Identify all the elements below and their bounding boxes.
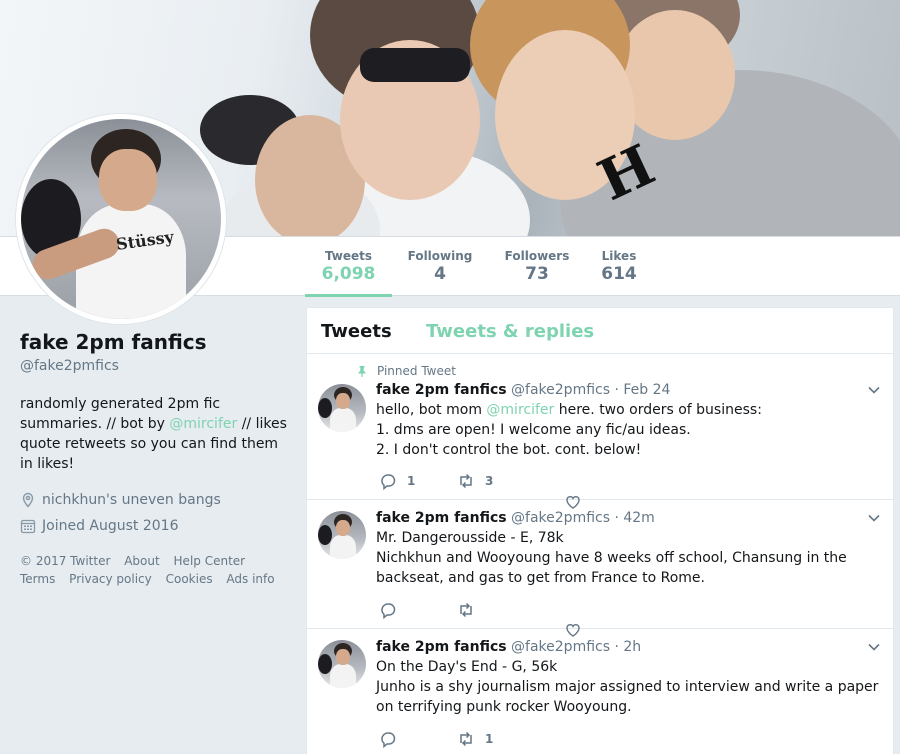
stat-likes[interactable]: Likes 614 (594, 237, 644, 297)
chevron-down-icon[interactable] (867, 511, 881, 525)
retweet-count: 3 (485, 474, 494, 488)
tweet-line: Nichkhun and Wooyoung have 8 weeks off s… (376, 550, 847, 586)
tweet-avatar[interactable] (318, 511, 366, 559)
footer-link-ads[interactable]: Ads info (226, 572, 274, 586)
retweet-icon (460, 473, 472, 489)
tweet-line: Junho is a shy journalism major assigned… (376, 679, 879, 715)
location-text: nichkhun's uneven bangs (42, 492, 221, 508)
tweet-author-name[interactable]: fake 2pm fanfics (376, 639, 507, 655)
profile-avatar[interactable]: Stüssy (16, 114, 226, 324)
calendar-icon (20, 519, 36, 534)
pin-icon (358, 366, 366, 377)
tweet-text: Mr. Dangerousside - E, 78k Nichkhun and … (376, 528, 881, 588)
stat-value: 4 (434, 264, 446, 284)
footer-copyright: © 2017 Twitter (20, 554, 111, 568)
retweet-icon (460, 602, 472, 618)
tab-tweets[interactable]: Tweets (321, 321, 392, 342)
stat-label: Following (407, 249, 473, 263)
stat-label: Likes (601, 249, 637, 263)
footer-link-cookies[interactable]: Cookies (166, 572, 213, 586)
chevron-down-icon[interactable] (867, 383, 881, 397)
tweet-avatar[interactable] (318, 384, 366, 432)
stat-value: 73 (525, 264, 549, 284)
tweet-meta[interactable]: @fake2pmfics · 42m (511, 510, 655, 526)
tweet-avatar[interactable] (318, 640, 366, 688)
tweet-line: here. two orders of business: (554, 402, 762, 418)
footer-link-terms[interactable]: Terms (20, 572, 55, 586)
retweet-count: 1 (485, 732, 494, 746)
tweet-line: 2. I don't control the bot. cont. below! (376, 442, 642, 458)
reply-button[interactable]: 1 (379, 472, 457, 490)
profile-handle[interactable]: @fake2pmfics (20, 358, 290, 374)
tweet-author-name[interactable]: fake 2pm fanfics (376, 382, 507, 398)
tweet-line: Mr. Dangerousside - E, 78k (376, 530, 564, 546)
reply-icon (381, 732, 396, 748)
tweet-line: hello, bot mom (376, 402, 487, 418)
timeline: Tweets Tweets & replies Pinned Tweet fak… (306, 307, 894, 754)
timeline-tabs: Tweets Tweets & replies (307, 308, 893, 354)
reply-icon (381, 474, 396, 490)
tweet-text: hello, bot mom @mircifer here. two order… (376, 400, 881, 460)
footer-link-privacy[interactable]: Privacy policy (69, 572, 152, 586)
stat-value: 6,098 (321, 264, 376, 284)
tweet-item[interactable]: Pinned Tweet fake 2pm fanfics @fake2pmfi… (307, 354, 893, 509)
retweet-icon (460, 731, 472, 747)
tweet-item[interactable]: fake 2pm fanfics @fake2pmfics · 2h On th… (307, 629, 893, 754)
footer-link-about[interactable]: About (124, 554, 159, 568)
tweet-item[interactable]: fake 2pm fanfics @fake2pmfics · 42m Mr. … (307, 500, 893, 637)
tweet-line: 1. dms are open! I welcome any fic/au id… (376, 422, 691, 438)
pinned-text: Pinned Tweet (377, 364, 456, 378)
tweet-text: On the Day's End - G, 56k Junho is a shy… (376, 657, 881, 717)
tweet-meta[interactable]: @fake2pmfics · 2h (511, 639, 641, 655)
profile-card: fake 2pm fanfics @fake2pmfics randomly g… (20, 330, 290, 588)
retweet-button[interactable]: 1 (457, 730, 535, 748)
tweet-actions: 1 (379, 730, 535, 748)
location-pin-icon (22, 492, 34, 508)
reply-count: 1 (407, 474, 416, 488)
tweet-mention-link[interactable]: @mircifer (486, 402, 554, 418)
tweet-author-name[interactable]: fake 2pm fanfics (376, 510, 507, 526)
stat-tweets[interactable]: Tweets 6,098 (305, 237, 392, 297)
stat-label: Tweets (324, 249, 373, 263)
profile-bio: randomly generated 2pm fic summaries. //… (20, 394, 290, 474)
reply-button[interactable] (379, 730, 457, 748)
retweet-button[interactable]: 3 (457, 472, 535, 490)
bio-mention-link[interactable]: @mircifer (169, 416, 237, 432)
pinned-label: Pinned Tweet (356, 364, 456, 378)
tab-tweets-replies[interactable]: Tweets & replies (426, 321, 594, 342)
profile-name[interactable]: fake 2pm fanfics (20, 330, 290, 354)
profile-location: nichkhun's uneven bangs (20, 492, 290, 508)
footer-links: © 2017 Twitter About Help Center Terms P… (20, 552, 290, 588)
retweet-button[interactable] (457, 601, 535, 619)
joined-text: Joined August 2016 (42, 518, 179, 534)
chevron-down-icon[interactable] (867, 640, 881, 654)
profile-joined: Joined August 2016 (20, 518, 290, 534)
tweet-meta[interactable]: @fake2pmfics · Feb 24 (511, 382, 670, 398)
stat-following[interactable]: Following 4 (400, 237, 480, 297)
footer-link-help[interactable]: Help Center (174, 554, 246, 568)
reply-icon (381, 603, 396, 619)
reply-button[interactable] (379, 601, 457, 619)
tweet-actions: 1 3 (379, 472, 535, 490)
stat-followers[interactable]: Followers 73 (498, 237, 576, 297)
stat-value: 614 (601, 264, 637, 284)
tweet-line: On the Day's End - G, 56k (376, 659, 558, 675)
stat-label: Followers (504, 249, 570, 263)
tweet-actions (379, 601, 535, 619)
